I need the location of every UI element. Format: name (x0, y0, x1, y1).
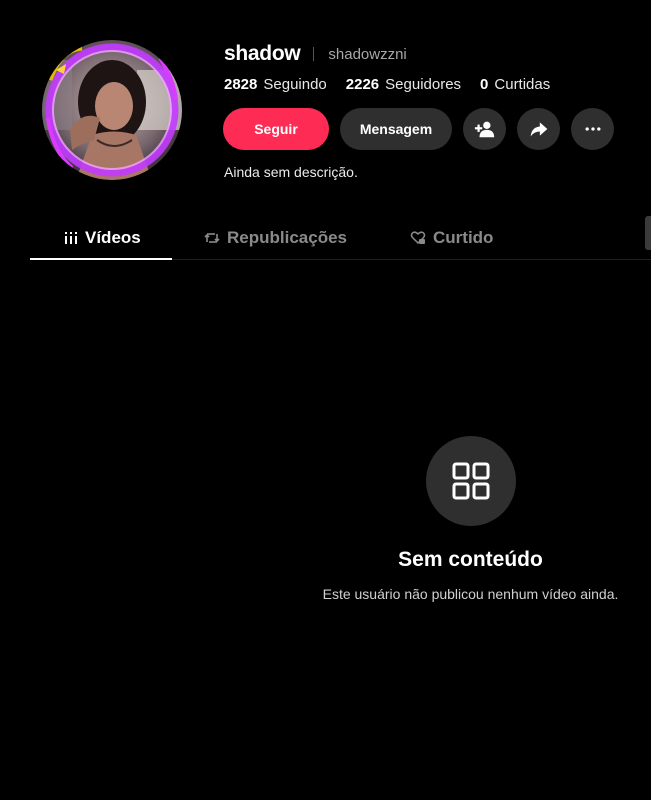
grid-bars-icon (65, 232, 77, 244)
tab-liked[interactable]: Curtido (410, 218, 493, 258)
profile-page: shadow shadowzzni 2828 Seguindo 2226 Seg… (0, 0, 651, 800)
name-row: shadow shadowzzni (224, 40, 407, 68)
bio: Ainda sem descrição. (224, 164, 358, 180)
stat-label: Seguidores (385, 75, 462, 93)
stat-label: Seguindo (263, 75, 327, 93)
stats-row: 2828 Seguindo 2226 Seguidores 0 Curtidas (224, 73, 569, 95)
tab-videos[interactable]: Vídeos (64, 218, 141, 258)
active-tab-indicator (30, 258, 172, 260)
follow-button[interactable]: Seguir (223, 108, 329, 150)
stat-number: 2828 (224, 75, 258, 93)
profile-actions: Seguir Mensagem (223, 108, 625, 150)
add-friend-button[interactable] (463, 108, 506, 150)
tab-label: Vídeos (85, 228, 141, 247)
profile-tabs: Vídeos Republicações Curtido (30, 218, 651, 260)
username: shadow (224, 42, 301, 65)
stat-label: Curtidas (494, 75, 551, 93)
stat-following[interactable]: 2828 Seguindo (224, 76, 327, 93)
avatar-image (42, 40, 182, 180)
empty-state-icon-circle (426, 436, 516, 526)
more-button[interactable] (571, 108, 614, 150)
scrollbar[interactable] (645, 216, 651, 250)
stat-likes: 0 Curtidas (480, 76, 550, 93)
repost-icon (204, 233, 220, 243)
avatar[interactable] (42, 40, 182, 180)
message-button[interactable]: Mensagem (340, 108, 452, 150)
empty-state-title: Sem conteúdo (398, 548, 543, 571)
name-divider (313, 47, 315, 61)
more-dots-icon (585, 127, 600, 131)
tab-label: Republicações (227, 228, 347, 247)
tab-label: Curtido (433, 228, 494, 247)
share-button[interactable] (517, 108, 560, 150)
tab-reposts[interactable]: Republicações (204, 218, 347, 258)
stat-followers[interactable]: 2226 Seguidores (346, 76, 461, 93)
empty-state-subtitle: Este usuário não publicou nenhum vídeo a… (322, 586, 619, 602)
handle: shadowzzni (328, 45, 407, 63)
heart-lock-icon (410, 231, 426, 245)
stat-number: 2226 (345, 75, 380, 93)
person-plus-icon (474, 121, 494, 138)
stat-number: 0 (480, 75, 489, 93)
share-arrow-icon (530, 122, 547, 137)
grid-icon (452, 462, 490, 500)
